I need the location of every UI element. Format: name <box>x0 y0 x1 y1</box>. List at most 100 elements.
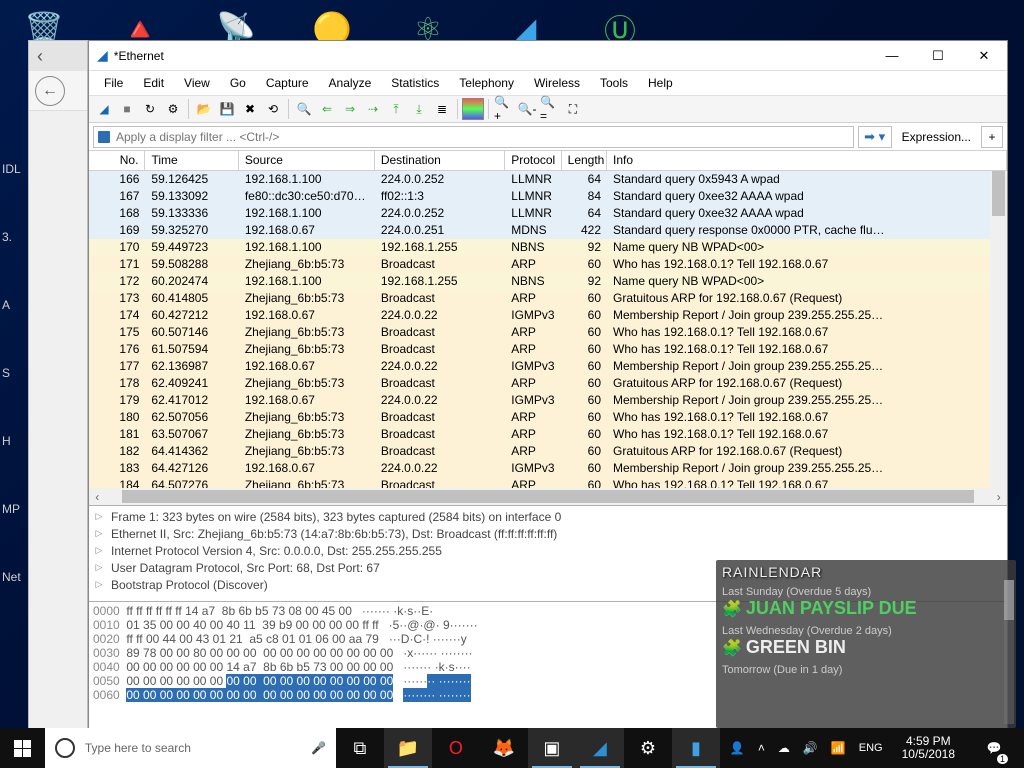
tray-lang[interactable]: ENG <box>859 742 883 754</box>
tray-wifi-icon[interactable]: 📶 <box>831 741 846 755</box>
tray-people-icon[interactable]: 👤 <box>730 741 745 755</box>
auto-scroll-icon[interactable]: ≣ <box>431 98 453 120</box>
rainlendar-event[interactable]: Last Wednesday (Overdue 2 days)🧩GREEN BI… <box>722 625 1010 658</box>
add-filter-button[interactable]: + <box>981 126 1003 148</box>
task-terminal-icon[interactable]: ▣ <box>528 728 576 768</box>
zoom-in-icon[interactable]: 🔍+ <box>493 98 515 120</box>
col-no[interactable]: No. <box>89 151 145 170</box>
packet-row[interactable]: 17762.136987192.168.0.67224.0.0.22IGMPv3… <box>89 358 1007 375</box>
tray-up-icon[interactable]: ˄ <box>758 741 765 755</box>
mic-icon[interactable]: 🎤 <box>311 741 326 755</box>
start-capture-icon[interactable]: ◢ <box>93 98 115 120</box>
packet-row[interactable]: 18364.427126192.168.0.67224.0.0.22IGMPv3… <box>89 460 1007 477</box>
task-app-icon[interactable]: ▮ <box>672 728 720 768</box>
packet-row[interactable]: 16959.325270192.168.0.67224.0.0.251MDNS4… <box>89 222 1007 239</box>
packet-row[interactable]: 17460.427212192.168.0.67224.0.0.22IGMPv3… <box>89 307 1007 324</box>
colorize-icon[interactable] <box>462 98 484 120</box>
zoom-reset-icon[interactable]: 🔍= <box>539 98 561 120</box>
col-length[interactable]: Length <box>562 151 607 170</box>
packet-row[interactable]: 17159.508288Zhejiang_6b:b5:73BroadcastAR… <box>89 256 1007 273</box>
menu-go[interactable]: Go <box>221 73 255 93</box>
packet-hscrollbar[interactable]: ‹› <box>89 488 1007 505</box>
tray-volume-icon[interactable]: 🔊 <box>803 741 818 755</box>
close-button[interactable]: ✕ <box>961 41 1007 71</box>
detail-line[interactable]: ▷Ethernet II, Src: Zhejiang_6b:b5:73 (14… <box>93 525 1003 542</box>
open-file-icon[interactable]: 📂 <box>193 98 215 120</box>
packet-list-header[interactable]: No. Time Source Destination Protocol Len… <box>89 151 1007 171</box>
go-last-icon[interactable]: ⤓ <box>408 98 430 120</box>
filter-field[interactable] <box>116 127 847 147</box>
search-placeholder: Type here to search <box>85 741 191 755</box>
packet-row[interactable]: 17962.417012192.168.0.67224.0.0.22IGMPv3… <box>89 392 1007 409</box>
menu-help[interactable]: Help <box>639 73 682 93</box>
detail-line[interactable]: ▷Frame 1: 323 bytes on wire (2584 bits),… <box>93 508 1003 525</box>
tray-clock[interactable]: 4:59 PM10/5/2018 <box>896 735 961 761</box>
menu-analyze[interactable]: Analyze <box>320 73 381 93</box>
detail-line[interactable]: ▷Internet Protocol Version 4, Src: 0.0.0… <box>93 542 1003 559</box>
taskbar-search[interactable]: Type here to search 🎤 <box>45 728 336 768</box>
expression-button[interactable]: Expression... <box>896 126 977 148</box>
display-filter-input[interactable] <box>93 126 854 148</box>
col-time[interactable]: Time <box>145 151 238 170</box>
col-protocol[interactable]: Protocol <box>505 151 561 170</box>
start-button[interactable] <box>0 728 45 768</box>
packet-row[interactable]: 16759.133092fe80::dc30:ce50:d70…ff02::1:… <box>89 188 1007 205</box>
task-wireshark-icon[interactable]: ◢ <box>576 728 624 768</box>
col-source[interactable]: Source <box>239 151 375 170</box>
go-back-icon[interactable]: ⇐ <box>316 98 338 120</box>
packet-row[interactable]: 17862.409241Zhejiang_6b:b5:73BroadcastAR… <box>89 375 1007 392</box>
capture-options-icon[interactable]: ⚙ <box>162 98 184 120</box>
menu-file[interactable]: File <box>95 73 132 93</box>
packet-row[interactable]: 17059.449723192.168.1.100192.168.1.255NB… <box>89 239 1007 256</box>
col-info[interactable]: Info <box>607 151 1007 170</box>
resize-columns-icon[interactable]: ⛶ <box>562 98 584 120</box>
packet-row[interactable]: 17560.507146Zhejiang_6b:b5:73BroadcastAR… <box>89 324 1007 341</box>
menu-statistics[interactable]: Statistics <box>382 73 448 93</box>
stop-capture-icon[interactable]: ■ <box>116 98 138 120</box>
rainlendar-event[interactable]: Last Sunday (Overdue 5 days)🧩JUAN PAYSLI… <box>722 586 1010 619</box>
find-packet-icon[interactable]: 🔍 <box>293 98 315 120</box>
task-view-icon[interactable]: ⧉ <box>336 728 384 768</box>
go-first-icon[interactable]: ⤒ <box>385 98 407 120</box>
task-explorer-icon[interactable]: 📁 <box>384 728 432 768</box>
reload-file-icon[interactable]: ⟲ <box>262 98 284 120</box>
maximize-button[interactable]: ☐ <box>915 41 961 71</box>
packet-row[interactable]: 16659.126425192.168.1.100224.0.0.252LLMN… <box>89 171 1007 188</box>
packet-row[interactable]: 18464.507276Zhejiang_6b:b5:73BroadcastAR… <box>89 477 1007 488</box>
minimize-button[interactable]: — <box>869 41 915 71</box>
restart-capture-icon[interactable]: ↻ <box>139 98 161 120</box>
titlebar[interactable]: ◢ *Ethernet — ☐ ✕ <box>89 41 1007 71</box>
packet-row[interactable]: 17661.507594Zhejiang_6b:b5:73BroadcastAR… <box>89 341 1007 358</box>
packet-row[interactable]: 17260.202474192.168.1.100192.168.1.255NB… <box>89 273 1007 290</box>
packet-row[interactable]: 18062.507056Zhejiang_6b:b5:73BroadcastAR… <box>89 409 1007 426</box>
apply-filter-button[interactable]: ➡ ▾ <box>858 126 892 148</box>
menu-view[interactable]: View <box>175 73 219 93</box>
packet-row[interactable]: 18264.414362Zhejiang_6b:b5:73BroadcastAR… <box>89 443 1007 460</box>
close-file-icon[interactable]: ✖ <box>239 98 261 120</box>
task-settings-icon[interactable]: ⚙ <box>624 728 672 768</box>
browser-back-icon[interactable]: ← <box>35 76 65 106</box>
packet-vscrollbar[interactable] <box>990 171 1007 489</box>
packet-list-body[interactable]: 16659.126425192.168.1.100224.0.0.252LLMN… <box>89 171 1007 488</box>
go-forward-icon[interactable]: ⇒ <box>339 98 361 120</box>
go-to-packet-icon[interactable]: ⇢ <box>362 98 384 120</box>
tray-notifications-icon[interactable]: 💬1 <box>974 728 1014 768</box>
col-destination[interactable]: Destination <box>375 151 505 170</box>
menu-capture[interactable]: Capture <box>257 73 318 93</box>
packet-row[interactable]: 16859.133336192.168.1.100224.0.0.252LLMN… <box>89 205 1007 222</box>
rainlendar-event[interactable]: Tomorrow (Due in 1 day) <box>722 664 1010 676</box>
menu-tools[interactable]: Tools <box>591 73 637 93</box>
packet-row[interactable]: 17360.414805Zhejiang_6b:b5:73BroadcastAR… <box>89 290 1007 307</box>
zoom-out-icon[interactable]: 🔍- <box>516 98 538 120</box>
back-chevron-icon[interactable]: ‹ <box>37 46 43 67</box>
task-firefox-icon[interactable]: 🦊 <box>480 728 528 768</box>
menu-edit[interactable]: Edit <box>134 73 173 93</box>
menu-wireless[interactable]: Wireless <box>525 73 589 93</box>
menu-telephony[interactable]: Telephony <box>450 73 523 93</box>
rainlendar-scrollbar[interactable] <box>1004 580 1014 724</box>
tray-onedrive-icon[interactable]: ☁ <box>778 741 790 755</box>
task-opera-icon[interactable]: O <box>432 728 480 768</box>
packet-row[interactable]: 18163.507067Zhejiang_6b:b5:73BroadcastAR… <box>89 426 1007 443</box>
rainlendar-widget[interactable]: RAINLENDAR Last Sunday (Overdue 5 days)🧩… <box>716 560 1016 728</box>
save-file-icon[interactable]: 💾 <box>216 98 238 120</box>
